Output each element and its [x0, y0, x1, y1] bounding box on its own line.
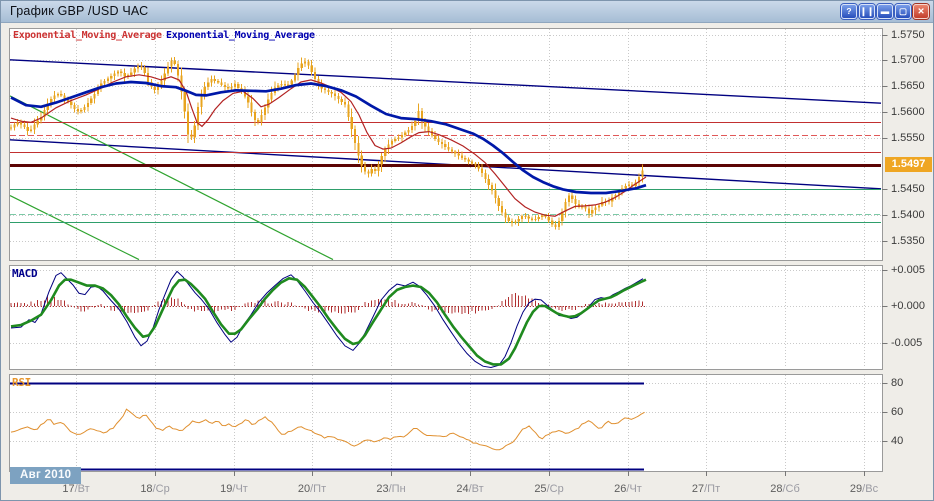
date-tick-label: 19/Чт: [220, 483, 248, 495]
price-tick-label: 1.5450: [891, 183, 925, 195]
month-badge: Авг 2010: [10, 467, 81, 484]
rsi-panel-frame: [10, 375, 883, 472]
date-tick-label: 24/Вт: [456, 483, 483, 495]
rsi-tick-label: 60: [891, 406, 903, 418]
macd-tick-label: +0.000: [891, 300, 925, 312]
date-tick-label: 23/Пн: [376, 483, 405, 495]
price-tick-label: 1.5400: [891, 209, 925, 221]
legend-ema-slow: Exponential_Moving_Average: [166, 30, 315, 41]
price-chart-svg[interactable]: [1, 1, 934, 501]
price-tick-label: 1.5350: [891, 235, 925, 247]
date-tick-label: 18/Ср: [140, 483, 169, 495]
price-tick-label: 1.5600: [891, 106, 925, 118]
macd-panel-label: MACD: [12, 267, 37, 280]
date-tick-label: 29/Вс: [850, 483, 878, 495]
legend-ema-fast: Exponential_Moving_Average: [13, 30, 162, 41]
price-tick-label: 1.5550: [891, 132, 925, 144]
date-tick-label: 25/Ср: [534, 483, 563, 495]
date-tick-label: 27/Пт: [692, 483, 720, 495]
rsi-panel-label: RSI: [12, 376, 31, 389]
date-tick-label: 17/Вт: [62, 483, 89, 495]
chart-window: График GBP /USD ЧАС ? ❙❙ ▬ ▢ ✕ Exponenti…: [0, 0, 934, 501]
rsi-tick-label: 80: [891, 377, 903, 389]
current-price-badge: 1.5497: [885, 157, 932, 172]
price-tick-label: 1.5750: [891, 29, 925, 41]
macd-tick-label: -0.005: [891, 337, 922, 349]
price-tick-label: 1.5650: [891, 80, 925, 92]
macd-tick-label: +0.005: [891, 264, 925, 276]
price-tick-label: 1.5700: [891, 54, 925, 66]
date-tick-label: 26/Чт: [614, 483, 642, 495]
rsi-tick-label: 40: [891, 435, 903, 447]
date-tick-label: 20/Пт: [298, 483, 326, 495]
date-tick-label: 28/Сб: [770, 483, 800, 495]
price-chart-panel[interactable]: Exponential_Moving_Average Exponential_M…: [1, 1, 934, 501]
